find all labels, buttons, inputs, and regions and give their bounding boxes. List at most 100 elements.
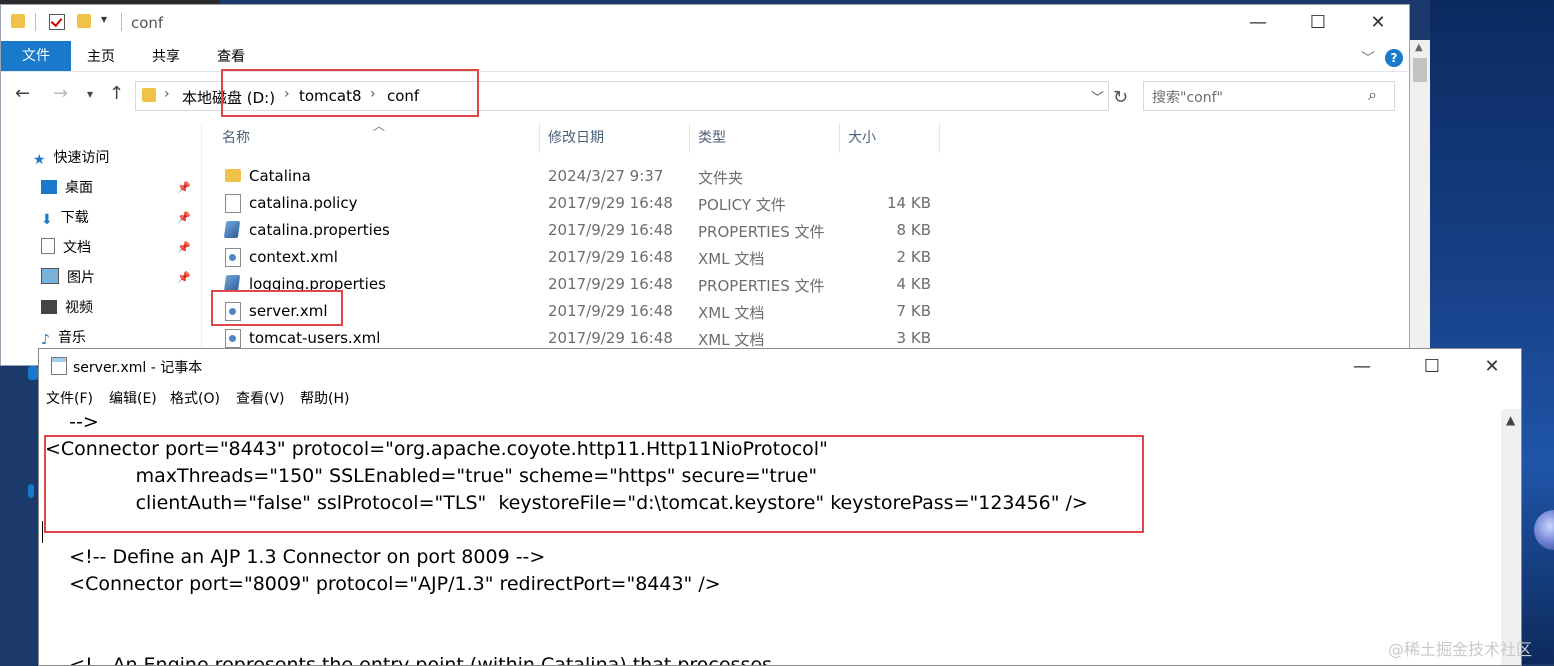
explorer-titlebar: ▾ conf — ☐ ✕ (1, 5, 1409, 41)
xml-icon (225, 329, 241, 348)
file-row[interactable]: context.xml 2017/9/29 16:48 XML 文档 2 KB (211, 244, 951, 271)
file-row[interactable]: catalina.properties 2017/9/29 16:48 PROP… (211, 217, 951, 244)
maximize-button[interactable]: ☐ (1409, 353, 1455, 381)
sidebar-item-label: 图片 (67, 270, 95, 286)
pictures-icon (41, 268, 59, 284)
recent-locations-icon[interactable]: ▾ (87, 87, 93, 101)
file-name: context.xml (249, 248, 338, 266)
file-type: XML 文档 (698, 304, 765, 322)
divider[interactable] (689, 123, 690, 153)
address-row: ← → ▾ ↑ › 本地磁盘 (D:) › tomcat8 › conf ﹀ ↻… (1, 75, 1409, 115)
search-icon[interactable]: ⌕ (1368, 85, 1377, 105)
scroll-thumb[interactable] (1413, 58, 1427, 82)
file-type: XML 文档 (698, 331, 765, 349)
star-icon: ★ (33, 152, 46, 168)
new-folder-icon[interactable] (77, 14, 91, 28)
file-size: 2 KB (896, 248, 931, 266)
sidebar-item-pictures[interactable]: 图片 (41, 267, 95, 289)
tab-share[interactable]: 共享 (152, 44, 180, 70)
code-line: <!-- An Engine represents the entry poin… (45, 654, 772, 666)
file-type: PROPERTIES 文件 (698, 277, 825, 295)
file-explorer-window: ▾ conf — ☐ ✕ 文件 主页 共享 查看 ﹀ ? ← → ▾ ↑ › 本… (0, 4, 1410, 366)
file-name: tomcat-users.xml (249, 329, 381, 347)
code-line: <!-- Define an AJP 1.3 Connector on port… (45, 546, 546, 568)
window-title: conf (131, 14, 164, 32)
ribbon-tabs: 文件 主页 共享 查看 ﹀ ? (1, 41, 1409, 72)
divider[interactable] (539, 123, 540, 153)
file-date: 2017/9/29 16:48 (548, 194, 673, 212)
column-size[interactable]: 大小 (848, 127, 876, 147)
highlight-box-address (221, 69, 479, 117)
properties-check-icon[interactable] (49, 14, 65, 30)
chevron-down-icon[interactable]: ﹀ (1091, 87, 1104, 106)
sidebar-item-videos[interactable]: 视频 (41, 297, 93, 319)
sidebar-item-label: 视频 (65, 300, 93, 316)
expand-ribbon-icon[interactable]: ﹀ (1361, 48, 1375, 68)
maximize-button[interactable]: ☐ (1295, 9, 1341, 37)
up-arrow-icon[interactable]: ↑ (109, 83, 124, 104)
watermark: @稀土掘金技术社区 (1388, 640, 1533, 659)
download-icon: ⬇ (41, 212, 53, 228)
file-type: XML 文档 (698, 250, 765, 268)
column-type[interactable]: 类型 (698, 127, 726, 147)
search-placeholder: 搜索"conf" (1152, 90, 1223, 106)
close-button[interactable]: ✕ (1469, 353, 1515, 381)
column-name[interactable]: 名称 (222, 127, 250, 147)
sidebar-item-documents[interactable]: 文档 (41, 237, 91, 259)
refresh-icon[interactable]: ↻ (1113, 87, 1128, 108)
tab-file[interactable]: 文件 (1, 41, 71, 71)
help-icon[interactable]: ? (1385, 49, 1403, 67)
tab-view[interactable]: 查看 (217, 44, 245, 70)
menu-edit[interactable]: 编辑(E) (109, 388, 157, 408)
file-date: 2017/9/29 16:48 (548, 248, 673, 266)
code-line: --> (45, 411, 99, 433)
file-type: PROPERTIES 文件 (698, 223, 825, 241)
divider (121, 13, 122, 31)
menu-file[interactable]: 文件(F) (46, 388, 93, 408)
scroll-up-icon[interactable]: ▲ (1506, 413, 1515, 427)
minimize-button[interactable]: — (1235, 9, 1281, 37)
sidebar-item-desktop[interactable]: 桌面 (41, 177, 93, 199)
sort-ascending-icon: ︿ (373, 119, 386, 133)
sidebar-item-downloads[interactable]: ⬇ 下载 (41, 207, 89, 229)
network-icon[interactable] (28, 484, 34, 498)
minimize-button[interactable]: — (1339, 353, 1385, 381)
sidebar-item-music[interactable]: ♪ 音乐 (41, 327, 86, 349)
file-date: 2017/9/29 16:48 (548, 275, 673, 293)
back-arrow-icon[interactable]: ← (15, 83, 30, 104)
menu-help[interactable]: 帮助(H) (300, 388, 349, 408)
file-size: 3 KB (896, 329, 931, 347)
file-date: 2017/9/29 16:48 (548, 302, 673, 320)
sidebar-item-quick-access[interactable]: ★ 快速访问 (33, 147, 110, 169)
notepad-scrollbar[interactable]: ▲ (1501, 409, 1521, 665)
file-row[interactable]: catalina.policy 2017/9/29 16:48 POLICY 文… (211, 190, 951, 217)
scroll-up-icon[interactable]: ▲ (1415, 42, 1423, 53)
pin-icon[interactable]: 📌 (177, 211, 191, 224)
chevron-right-icon[interactable]: › (164, 86, 170, 102)
notepad-window: server.xml - 记事本 — ☐ ✕ 文件(F) 编辑(E) 格式(O)… (38, 348, 1522, 666)
text-editor[interactable]: --> <Connector port="8443" protocol="org… (39, 409, 1501, 665)
quick-access-dropdown-icon[interactable]: ▾ (101, 12, 107, 26)
file-date: 2017/9/29 16:48 (548, 221, 673, 239)
window-title: server.xml - 记事本 (73, 360, 203, 376)
close-button[interactable]: ✕ (1355, 9, 1401, 37)
file-size: 7 KB (896, 302, 931, 320)
pin-icon[interactable]: 📌 (177, 181, 191, 194)
forward-arrow-icon[interactable]: → (53, 83, 68, 104)
search-input[interactable]: 搜索"conf" ⌕ (1143, 81, 1395, 111)
pin-icon[interactable]: 📌 (177, 271, 191, 284)
file-row[interactable]: Catalina 2024/3/27 9:37 文件夹 (211, 163, 951, 190)
menu-view[interactable]: 查看(V) (236, 388, 285, 408)
sidebar-item-label: 文档 (63, 240, 91, 256)
file-type: 文件夹 (698, 169, 744, 187)
explorer-scrollbar[interactable]: ▲ (1410, 40, 1430, 360)
tab-home[interactable]: 主页 (87, 44, 115, 70)
xml-icon (225, 248, 241, 267)
pin-icon[interactable]: 📌 (177, 241, 191, 254)
divider[interactable] (839, 123, 840, 153)
menu-format[interactable]: 格式(O) (170, 388, 220, 408)
file-type: POLICY 文件 (698, 196, 786, 214)
column-date[interactable]: 修改日期 (548, 127, 604, 147)
onedrive-icon[interactable] (28, 366, 38, 380)
divider[interactable] (939, 123, 940, 153)
